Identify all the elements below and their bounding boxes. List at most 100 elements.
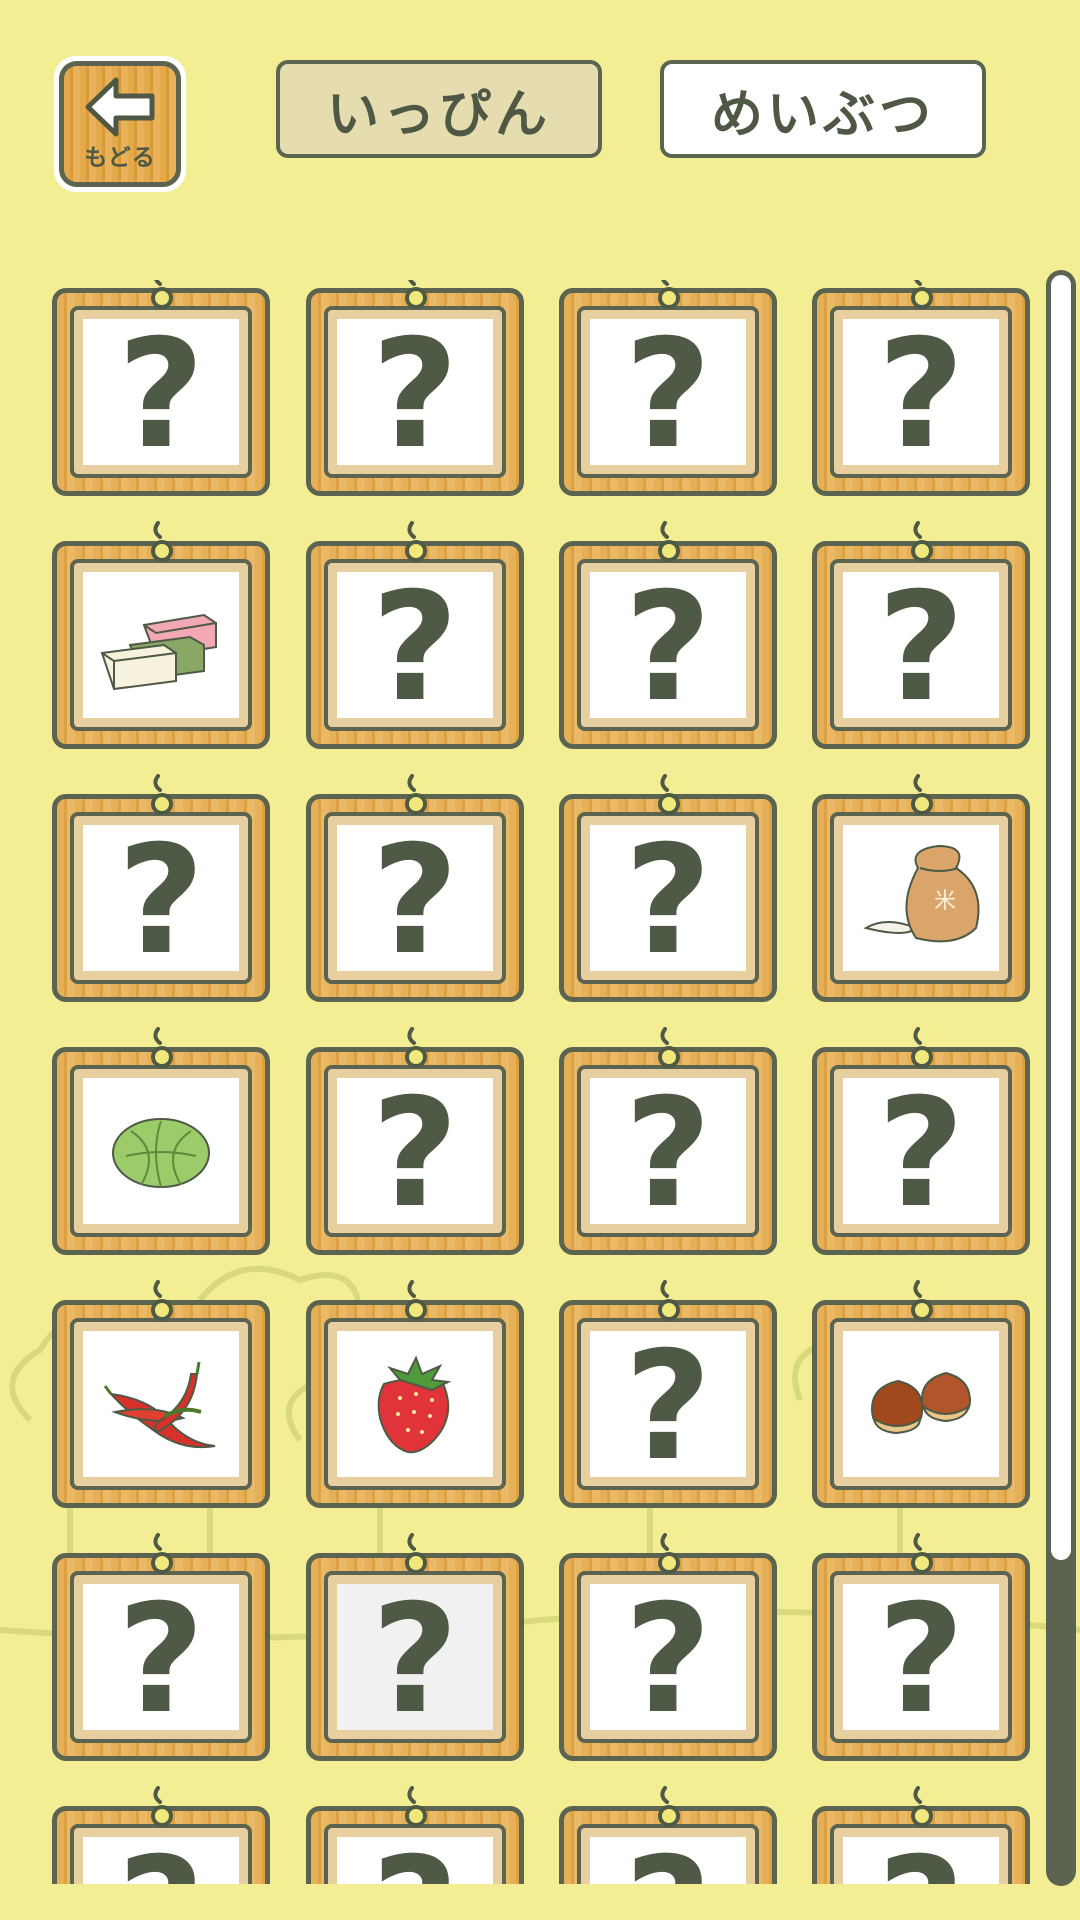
unknown-item-mark: ? [624, 561, 712, 735]
card-mat: ? [324, 559, 506, 731]
collection-card[interactable]: ? [306, 521, 524, 749]
collection-card[interactable]: ? [559, 1027, 777, 1255]
scrollbar-thumb[interactable] [1051, 275, 1071, 1560]
card-mat: ? [324, 1571, 506, 1743]
card-paper [843, 1331, 999, 1477]
unknown-item-mark: ? [371, 308, 459, 482]
hanging-hook-icon [911, 1786, 933, 1827]
card-paper: ? [337, 1584, 493, 1735]
card-frame: ? [812, 541, 1030, 749]
collection-card[interactable]: ? [559, 774, 777, 1002]
card-frame [52, 541, 270, 749]
collection-card[interactable] [52, 1280, 270, 1508]
card-mat: ? [577, 812, 759, 984]
card-paper: ? [337, 572, 493, 723]
collection-card[interactable] [52, 1027, 270, 1255]
rice-sack-icon: 米 [863, 844, 980, 943]
card-paper [83, 1331, 239, 1477]
card-paper: ? [83, 319, 239, 470]
unknown-item-mark: ? [371, 1838, 458, 1884]
hanging-hook-icon [658, 774, 680, 815]
tab-meibutsu[interactable]: めいぶつ [660, 60, 986, 158]
collection-card[interactable]: ? [559, 1786, 777, 1884]
hanging-hook-icon [151, 521, 173, 562]
collection-card[interactable]: ? [52, 1533, 270, 1761]
card-paper: ? [843, 1078, 999, 1229]
collection-card[interactable]: ? [306, 774, 524, 1002]
hanging-hook-icon [658, 280, 680, 309]
hanging-hook-icon [911, 1027, 933, 1068]
collection-card[interactable]: ? [52, 1786, 270, 1884]
card-paper: ? [843, 319, 999, 470]
hanging-hook-icon [151, 1027, 173, 1068]
unknown-item-mark: ? [117, 308, 205, 482]
hanging-hook-icon [405, 1533, 427, 1574]
collection-card[interactable]: ? [812, 1533, 1030, 1761]
hanging-hook-icon [658, 521, 680, 562]
collection-card[interactable]: ? [52, 280, 270, 496]
card-paper: 米 [843, 825, 999, 971]
tab-ippin[interactable]: いっぴん [276, 60, 602, 158]
unknown-item-mark: ? [117, 814, 205, 988]
card-mat: ? [830, 1571, 1012, 1743]
collection-card[interactable]: ? [52, 774, 270, 1002]
collection-card[interactable]: ? [812, 1027, 1030, 1255]
card-mat: ? [577, 1065, 759, 1237]
collection-card[interactable]: ? [559, 521, 777, 749]
card-paper: ? [590, 1837, 746, 1884]
unknown-item-mark: ? [117, 1573, 205, 1747]
card-mat: ? [577, 1571, 759, 1743]
card-frame: ? [559, 288, 777, 496]
collection-card[interactable]: ? [306, 1027, 524, 1255]
hanging-hook-icon [405, 521, 427, 562]
hanging-hook-icon [911, 1533, 933, 1574]
collection-card[interactable]: ? [812, 280, 1030, 496]
collection-card[interactable]: ? [559, 1533, 777, 1761]
card-mat [70, 1318, 252, 1490]
hanging-hook-icon [405, 1027, 427, 1068]
collection-card[interactable]: ? [812, 1786, 1030, 1884]
unknown-item-mark: ? [877, 1067, 965, 1241]
collection-card[interactable] [812, 1280, 1030, 1508]
card-mat: ? [830, 1065, 1012, 1237]
unknown-item-mark: ? [624, 1838, 711, 1884]
card-frame: ? [306, 1553, 524, 1761]
card-mat: ? [577, 1318, 759, 1490]
hanging-hook-icon [911, 521, 933, 562]
unknown-item-mark: ? [877, 561, 965, 735]
card-paper: ? [590, 1584, 746, 1735]
card-frame: ? [559, 1300, 777, 1508]
card-frame [306, 1300, 524, 1508]
hanging-hook-icon [658, 1280, 680, 1321]
card-paper: ? [337, 1078, 493, 1229]
collection-card[interactable]: ? [559, 280, 777, 496]
card-paper [83, 1078, 239, 1224]
card-mat: ? [577, 306, 759, 478]
collection-card[interactable]: ? [306, 1533, 524, 1761]
collection-card[interactable]: ? [812, 521, 1030, 749]
card-paper [337, 1331, 493, 1477]
card-frame [52, 1300, 270, 1508]
scrollbar-track[interactable] [1046, 270, 1076, 1886]
card-frame: ? [559, 541, 777, 749]
collection-card[interactable]: ? [306, 280, 524, 496]
back-button[interactable]: もどる [54, 56, 186, 192]
card-frame: ? [306, 794, 524, 1002]
card-frame: ? [306, 541, 524, 749]
collection-card[interactable] [306, 1280, 524, 1508]
unknown-item-mark: ? [624, 308, 712, 482]
card-paper: ? [590, 1331, 746, 1482]
card-frame: 米 [812, 794, 1030, 1002]
unknown-item-mark: ? [371, 1067, 459, 1241]
card-frame: ? [812, 1047, 1030, 1255]
hanging-hook-icon [405, 1786, 427, 1827]
collection-card[interactable]: ? [559, 1280, 777, 1508]
collection-card[interactable]: ? [306, 1786, 524, 1884]
collection-card[interactable] [52, 521, 270, 749]
card-paper [83, 572, 239, 718]
hanging-hook-icon [151, 280, 173, 309]
collection-card[interactable]: 米 [812, 774, 1030, 1002]
hanging-hook-icon [911, 1280, 933, 1321]
hanging-hook-icon [658, 1027, 680, 1068]
card-paper: ? [590, 572, 746, 723]
